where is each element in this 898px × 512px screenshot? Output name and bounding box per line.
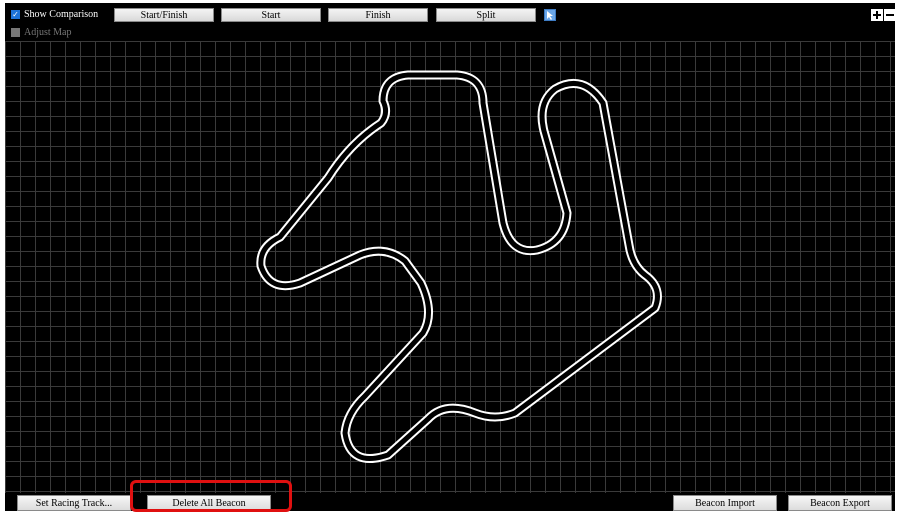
minus-icon[interactable] bbox=[884, 9, 895, 21]
cursor-icon[interactable] bbox=[544, 9, 556, 21]
show-comparison-checkbox[interactable]: ✓ Show Comparison bbox=[11, 9, 98, 20]
start-finish-button[interactable]: Start/Finish bbox=[114, 8, 214, 22]
plus-icon[interactable] bbox=[871, 9, 883, 21]
show-comparison-label: Show Comparison bbox=[24, 9, 99, 20]
set-racing-track-button[interactable]: Set Racing Track... bbox=[17, 495, 131, 511]
track-map-window: ✓ Show Comparison Adjust Map Start/Finis… bbox=[5, 3, 895, 511]
split-button[interactable]: Split bbox=[436, 8, 536, 22]
unchecked-box-icon bbox=[11, 28, 20, 37]
highlight-annotation bbox=[130, 480, 292, 512]
beacon-export-button[interactable]: Beacon Export bbox=[788, 495, 892, 511]
racing-track bbox=[5, 70, 895, 511]
adjust-map-checkbox[interactable]: Adjust Map bbox=[11, 27, 72, 38]
finish-button[interactable]: Finish bbox=[328, 8, 428, 22]
beacon-import-button[interactable]: Beacon Import bbox=[673, 495, 777, 511]
adjust-map-label: Adjust Map bbox=[24, 27, 72, 38]
checkmark-icon: ✓ bbox=[11, 9, 20, 19]
start-button[interactable]: Start bbox=[221, 8, 321, 22]
